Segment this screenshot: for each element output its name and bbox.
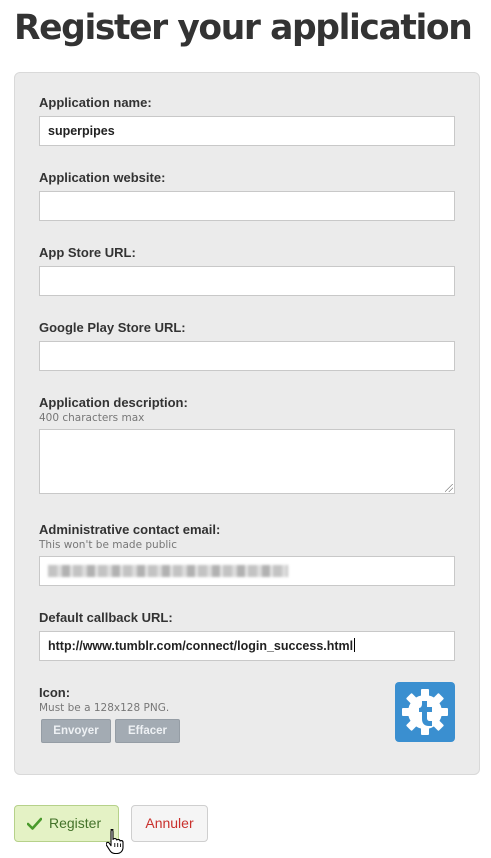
register-button-label: Register [49, 815, 102, 831]
contact-email-input[interactable] [39, 556, 455, 586]
text-caret [354, 638, 356, 652]
upload-icon-button[interactable]: Envoyer [41, 719, 111, 743]
contact-email-label: Administrative contact email: [39, 522, 221, 537]
app-store-url-input[interactable] [39, 266, 455, 296]
tumblr-gear-icon [402, 689, 448, 735]
app-name-input[interactable]: superpipes [39, 116, 455, 146]
hand-cursor-icon [106, 828, 124, 854]
page-title: Register your application [14, 8, 473, 48]
app-name-label: Application name: [39, 95, 152, 110]
description-label: Application description: [39, 395, 188, 410]
clear-icon-button[interactable]: Effacer [115, 719, 180, 743]
register-button[interactable]: Register [14, 805, 119, 842]
contact-email-hint: This won't be made public [39, 539, 177, 551]
checkmark-icon [27, 817, 42, 830]
description-hint: 400 characters max [39, 412, 145, 424]
callback-url-label: Default callback URL: [39, 610, 173, 625]
app-website-label: Application website: [39, 170, 166, 185]
description-textarea[interactable] [39, 429, 455, 494]
google-play-url-label: Google Play Store URL: [39, 320, 186, 335]
cancel-button[interactable]: Annuler [131, 805, 208, 842]
resize-grip-icon[interactable] [445, 484, 453, 492]
icon-label: Icon: [39, 685, 71, 700]
app-website-input[interactable] [39, 191, 455, 221]
callback-url-input[interactable]: http://www.tumblr.com/connect/login_succ… [39, 631, 455, 661]
app-icon-preview [395, 682, 455, 742]
google-play-url-input[interactable] [39, 341, 455, 371]
redacted-email [48, 565, 288, 577]
callback-url-value: http://www.tumblr.com/connect/login_succ… [48, 639, 354, 653]
app-store-url-label: App Store URL: [39, 245, 136, 260]
icon-hint: Must be a 128x128 PNG. [39, 702, 170, 714]
